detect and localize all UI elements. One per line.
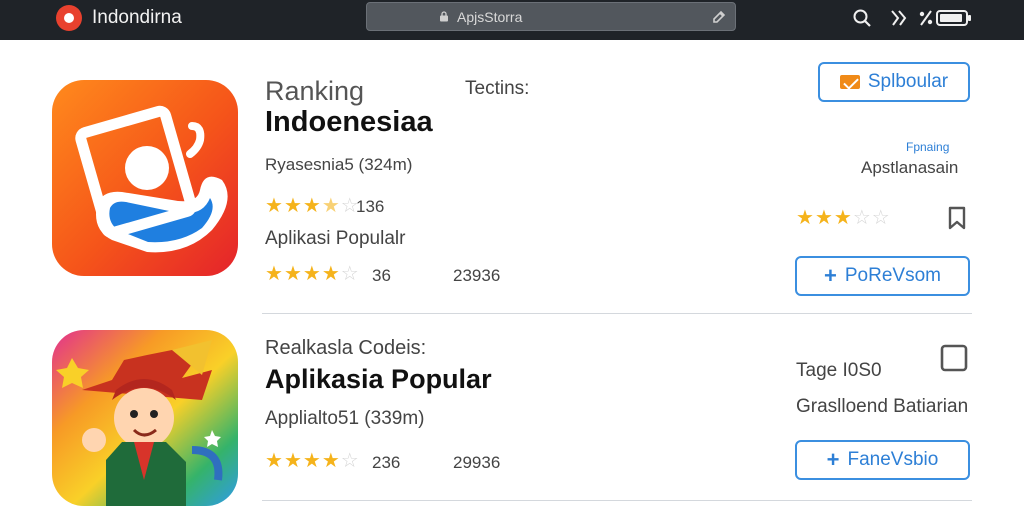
app-1-size: Ryasesnia5 (324m) [265, 155, 413, 174]
divider-2 [262, 500, 972, 501]
divider-1 [262, 313, 972, 314]
star-full-icon: ★ [321, 450, 340, 472]
app-1-tag: Fpnaing [906, 140, 950, 154]
star-empty-icon: ☆ [871, 207, 890, 229]
star-full-icon: ★ [302, 450, 321, 472]
star-full-icon: ★ [265, 450, 283, 472]
app-2-tag: Tage I0S0 [796, 360, 882, 381]
app-2-size: Applialto51 (339m) [265, 408, 425, 429]
app-1-label: Ranking [265, 76, 365, 106]
plus-icon: + [824, 263, 837, 288]
battery-icon [936, 10, 971, 26]
bookmark-icon[interactable] [947, 206, 967, 230]
url-text: ApjsStorra [457, 9, 523, 25]
edit-icon[interactable] [711, 9, 727, 25]
app-1-badge-label: Splboular [867, 71, 949, 92]
wifi-icon [919, 10, 933, 26]
badge-icon [839, 75, 860, 89]
star-full-icon: ★ [265, 263, 283, 285]
signal-icon [891, 10, 907, 26]
star-full-icon: ★ [265, 195, 283, 217]
app-1-action-button[interactable]: + PoReVsom [795, 256, 970, 296]
star-empty-icon: ☆ [340, 450, 359, 472]
app-1-action-label: PoReVsom [844, 265, 941, 286]
app-2-rating-stars: ★ ★ ★ ★ ☆ [265, 451, 359, 471]
app-2-rating-count: 236 [372, 453, 401, 472]
app-1-rating-count: 136 [356, 197, 385, 216]
star-full-icon: ★ [302, 195, 321, 217]
app-2-action-label: FaneVsbio [847, 449, 939, 470]
star-half-icon: ★ [321, 195, 340, 217]
star-full-icon: ★ [283, 450, 302, 472]
star-empty-icon: ☆ [340, 263, 359, 285]
star-full-icon: ★ [833, 207, 852, 229]
app-1-badge-button[interactable]: Splboular [818, 62, 970, 102]
app-1-rating-stars-2: ★ ★ ★ ★ ☆ [265, 264, 359, 284]
star-full-icon: ★ [796, 207, 814, 229]
star-full-icon: ★ [283, 195, 302, 217]
app-2-label: Realkasla Codeis: [265, 337, 427, 359]
app-1-right-text: Apstlanasain [861, 158, 959, 177]
app-1-rating-stars: ★ ★ ★ ★ ☆ [265, 196, 359, 216]
star-full-icon: ★ [814, 207, 833, 229]
star-full-icon: ★ [321, 263, 340, 285]
app-2-title[interactable]: Aplikasia Popular [265, 364, 492, 395]
app-1-right-stars: ★ ★ ★ ☆ ☆ [796, 208, 890, 228]
brand-logo-icon [56, 5, 82, 31]
app-1-downloads: 23936 [453, 266, 501, 285]
star-empty-icon: ☆ [852, 207, 871, 229]
star-full-icon: ★ [302, 263, 321, 285]
search-icon[interactable] [852, 8, 872, 28]
app-2-action-button[interactable]: + FaneVsbio [795, 440, 970, 480]
brand-name: Indondirna [92, 7, 182, 28]
app-1-subtitle: Aplikasi Populalr [265, 228, 406, 249]
app-1-section-label: Tectins: [465, 78, 530, 99]
star-full-icon: ★ [283, 263, 302, 285]
app-2-downloads: 29936 [453, 453, 501, 472]
app-icon-1[interactable] [52, 80, 238, 276]
top-bar: Indondirna ApjsStorra [0, 0, 1024, 40]
app-1-title[interactable]: Indoenesiaa [265, 106, 433, 139]
lock-icon [440, 11, 448, 22]
app-2-right-text: Graslloend Batiarian [796, 396, 969, 417]
plus-icon: + [826, 447, 840, 472]
url-bar[interactable]: ApjsStorra [366, 2, 736, 31]
checkbox-icon[interactable] [940, 344, 968, 372]
app-1-rating-count-2: 36 [372, 266, 391, 285]
app-icon-2[interactable] [52, 330, 238, 506]
